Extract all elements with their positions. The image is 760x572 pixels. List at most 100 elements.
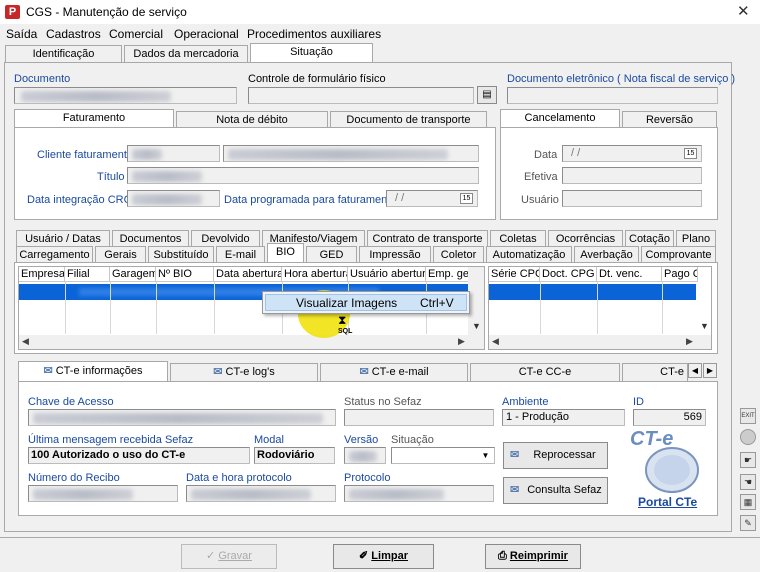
tab-cotacao[interactable]: Cotação — [625, 230, 674, 246]
documento-field[interactable] — [14, 87, 237, 104]
tab-dados-mercadoria[interactable]: Dados da mercadoria — [124, 45, 248, 62]
scroll-left-icon[interactable]: ◀ — [22, 336, 29, 347]
limpar-button[interactable]: ✐ Limpar — [333, 544, 434, 569]
tab-documento-transporte[interactable]: Documento de transporte — [330, 111, 487, 128]
cpg-scroll-left-icon[interactable]: ◀ — [492, 336, 499, 347]
portal-cte-link[interactable]: Portal CTe — [638, 495, 697, 509]
side-grid-icon[interactable]: ▦ — [740, 494, 756, 510]
modal-field[interactable]: Rodoviário — [254, 447, 335, 464]
side-circle-icon[interactable] — [740, 429, 756, 445]
tab-contrato-transporte[interactable]: Contrato de transporte — [367, 230, 488, 246]
col-usuario-abertura[interactable]: Usuário abertura — [348, 267, 426, 282]
cpg-grid[interactable]: Série CPG Doct. CPG Dt. venc. Pago C ▼ ◀… — [488, 266, 712, 350]
tab-impressao[interactable]: Impressão — [359, 246, 431, 263]
menu-procedimentos[interactable]: Procedimentos auxiliares — [247, 27, 381, 41]
tab-coletas[interactable]: Coletas — [490, 230, 546, 246]
menu-saida[interactable]: Saída — [6, 27, 37, 41]
versao-field[interactable] — [344, 447, 386, 464]
tab-averbacao[interactable]: Averbação — [574, 246, 639, 263]
chevron-down-icon[interactable]: ▼ — [478, 449, 493, 462]
tabs-right-arrow-icon[interactable]: ▶ — [703, 363, 717, 378]
tab-cte-more[interactable]: CT-e — [622, 363, 688, 382]
ambiente-field[interactable]: 1 - Produção — [502, 409, 625, 426]
cliente-code-field[interactable] — [127, 145, 220, 162]
tab-automatizacao[interactable]: Automatização — [486, 246, 572, 263]
reimprimir-button[interactable]: ⎙ Reimprimir — [485, 544, 581, 569]
cpg-selected-row[interactable] — [489, 284, 696, 300]
tab-devolvido[interactable]: Devolvido — [191, 230, 260, 246]
tab-cte-informacoes[interactable]: ✉ CT-e informações — [18, 361, 168, 382]
scroll-right-icon[interactable]: ▶ — [458, 336, 465, 347]
tab-bio[interactable]: BIO — [267, 243, 304, 263]
tab-plano[interactable]: Plano — [676, 230, 716, 246]
chave-acesso-field[interactable] — [28, 409, 336, 426]
menu-cadastros[interactable]: Cadastros — [46, 27, 101, 41]
data-integracao-field[interactable] — [127, 190, 220, 207]
cpg-scroll-right-icon[interactable]: ▶ — [686, 336, 693, 347]
side-hand-icon[interactable]: ☛ — [740, 452, 756, 468]
col-empresa[interactable]: Empresa — [19, 267, 65, 282]
tab-substituido[interactable]: Substituído — [148, 246, 214, 263]
col-pago[interactable]: Pago C — [662, 267, 698, 282]
tab-ocorrencias[interactable]: Ocorrências — [548, 230, 623, 246]
protocolo-field[interactable] — [344, 485, 494, 502]
col-hora-abertura[interactable]: Hora abertura — [282, 267, 348, 282]
doc-eletronico-field[interactable] — [507, 87, 718, 104]
side-point-icon[interactable]: ☚ — [740, 474, 756, 490]
cpg-scroll-down-icon[interactable]: ▼ — [696, 321, 711, 333]
close-icon[interactable]: ✕ — [737, 2, 750, 20]
grid-scroll-down-icon[interactable]: ▼ — [468, 321, 484, 333]
col-emp-ger[interactable]: Emp. ger — [426, 267, 472, 282]
col-data-abertura[interactable]: Data abertura — [214, 267, 282, 282]
tab-identificacao[interactable]: Identificação — [5, 45, 122, 62]
tab-nota-debito[interactable]: Nota de débito — [176, 111, 328, 128]
tab-situacao[interactable]: Situação — [250, 43, 373, 63]
cpg-hscrollbar[interactable]: ◀ ▶ — [489, 335, 711, 349]
menu-comercial[interactable]: Comercial — [109, 27, 163, 41]
titulo-field[interactable] — [127, 167, 479, 184]
tab-ged[interactable]: GED — [306, 246, 357, 263]
tab-email[interactable]: E-mail — [216, 246, 265, 263]
tab-cte-email[interactable]: ✉ CT-e e-mail — [320, 363, 468, 382]
col-doct-cpg[interactable]: Doct. CPG — [540, 267, 597, 282]
efetiva-field[interactable] — [562, 167, 702, 184]
tab-documentos[interactable]: Documentos — [112, 230, 189, 246]
data-hora-protocolo-field[interactable] — [186, 485, 336, 502]
tab-gerais[interactable]: Gerais — [95, 246, 146, 263]
status-sefaz-field[interactable] — [344, 409, 494, 426]
tab-carregamento[interactable]: Carregamento — [16, 246, 93, 263]
side-edit-icon[interactable]: ✎ — [740, 515, 756, 531]
id-field[interactable]: 569 — [633, 409, 706, 426]
col-nbio[interactable]: Nº BIO — [156, 267, 214, 282]
numero-recibo-field[interactable] — [28, 485, 178, 502]
grid-hscrollbar[interactable]: ◀ ▶ — [19, 335, 484, 349]
context-menu-item-visualizar[interactable]: Visualizar Imagens Ctrl+V — [265, 294, 467, 311]
col-dt-venc[interactable]: Dt. venc. — [597, 267, 662, 282]
col-serie-cpg[interactable]: Série CPG — [489, 267, 540, 282]
tab-reversao[interactable]: Reversão — [622, 111, 717, 128]
consulta-sefaz-button[interactable]: ✉ Consulta Sefaz — [503, 477, 608, 504]
tab-comprovante[interactable]: Comprovante — [641, 246, 716, 263]
situacao-select[interactable]: ▼ — [391, 447, 495, 464]
tab-cancelamento[interactable]: Cancelamento — [500, 109, 620, 128]
col-garagem[interactable]: Garagem — [110, 267, 156, 282]
ultima-mensagem-field[interactable]: 100 Autorizado o uso do CT-e — [28, 447, 250, 464]
gravar-button[interactable]: ✓ Gravar — [181, 544, 277, 569]
cancel-data-field[interactable]: / / — [562, 145, 702, 162]
cliente-name-field[interactable] — [223, 145, 479, 162]
tabs-left-arrow-icon[interactable]: ◀ — [688, 363, 702, 378]
tab-cte-logs[interactable]: ✉ CT-e log's — [170, 363, 318, 382]
print-icon[interactable]: ▤ — [477, 86, 497, 104]
col-filial[interactable]: Filial — [65, 267, 110, 282]
tab-faturamento[interactable]: Faturamento — [14, 109, 174, 128]
controle-formulario-field[interactable] — [248, 87, 474, 104]
tab-cte-cce[interactable]: CT-e CC-e — [470, 363, 620, 382]
calendar-icon[interactable]: 15 — [460, 193, 473, 204]
cancel-calendar-icon[interactable]: 15 — [684, 148, 697, 159]
usuario-field[interactable] — [562, 190, 702, 207]
menu-operacional[interactable]: Operacional — [174, 27, 239, 41]
tab-usuario-datas[interactable]: Usuário / Datas — [16, 230, 110, 246]
tab-coletor[interactable]: Coletor — [433, 246, 484, 263]
side-exit-icon[interactable]: EXIT — [740, 408, 756, 424]
reprocessar-button[interactable]: ✉ Reprocessar — [503, 442, 608, 469]
